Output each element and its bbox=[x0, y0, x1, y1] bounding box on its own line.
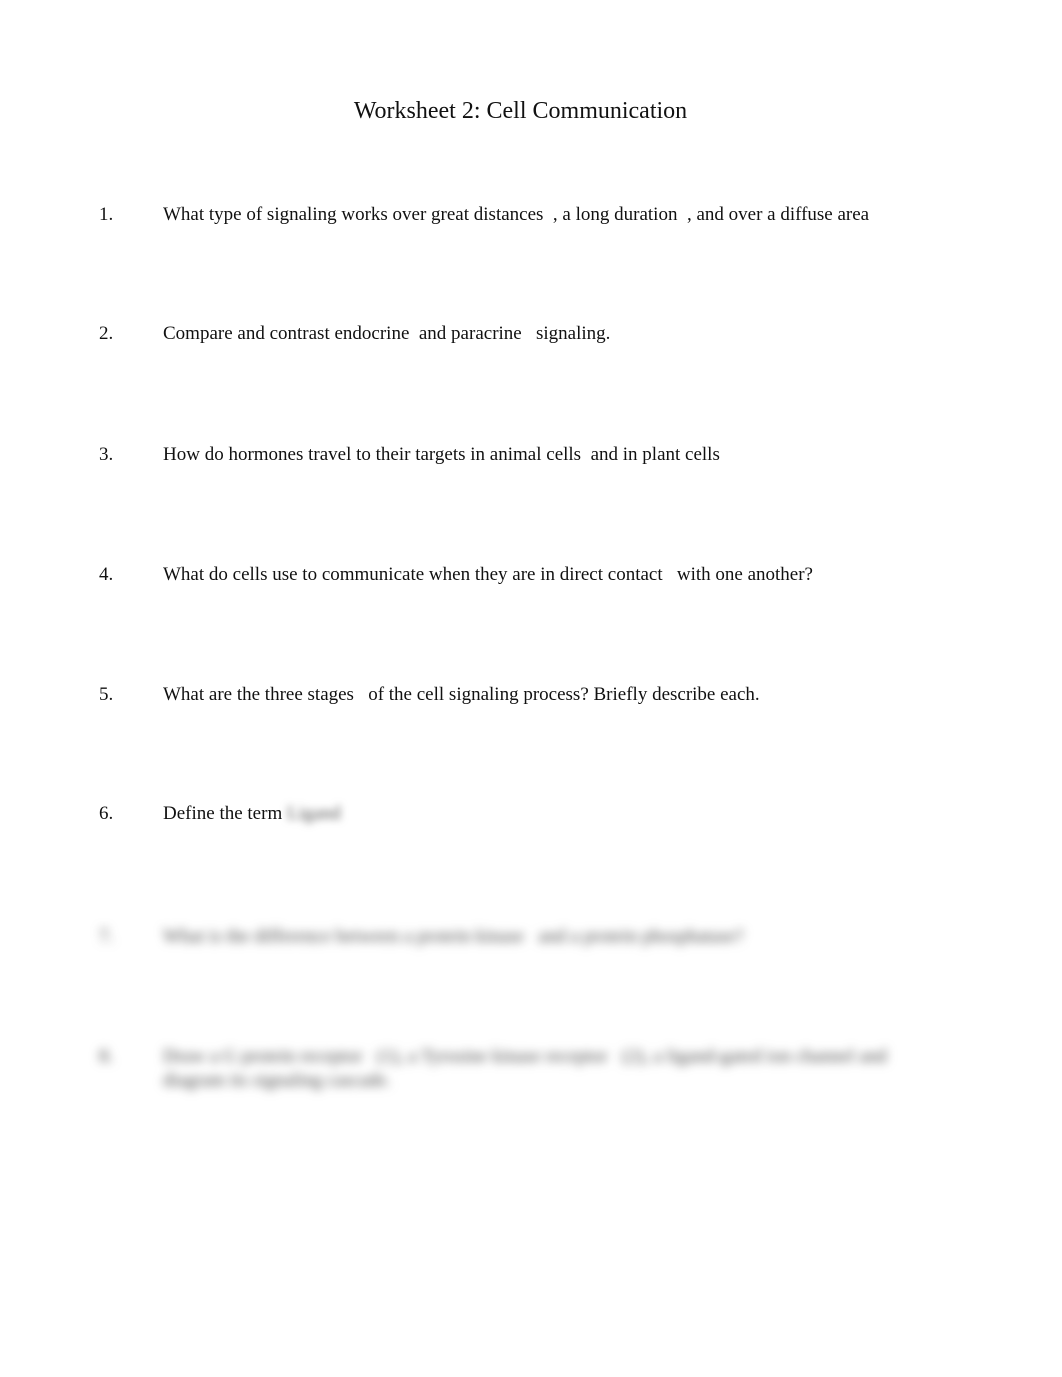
question-text: What type of signaling works over great … bbox=[163, 204, 870, 225]
question-text: What are the three stages of the cell si… bbox=[163, 684, 760, 705]
question-text: Draw a G protein receptor (1), a Tyrosin… bbox=[163, 1046, 892, 1091]
worksheet-title: Worksheet 2: Cell Communication bbox=[353, 98, 688, 124]
question-number: 7. bbox=[99, 926, 114, 947]
question-number: 6. bbox=[99, 803, 114, 824]
question-text: Compare and contrast endocrine and parac… bbox=[163, 323, 611, 344]
question-number: 5. bbox=[99, 684, 114, 705]
question-number: 1. bbox=[99, 204, 114, 225]
question-text: What is the difference between a protein… bbox=[163, 926, 744, 947]
question-number: 2. bbox=[99, 323, 114, 344]
blurred-term: Ligand bbox=[286, 803, 341, 824]
question-text: What do cells use to communicate when th… bbox=[163, 564, 813, 585]
question-text: How do hormones travel to their targets … bbox=[163, 444, 720, 465]
question-number: 3. bbox=[99, 444, 114, 465]
question-text: Define the term Ligand bbox=[163, 802, 953, 826]
question-number: 8. bbox=[99, 1046, 114, 1067]
question-text-visible: Define the term bbox=[163, 803, 287, 824]
question-number: 4. bbox=[99, 564, 114, 585]
